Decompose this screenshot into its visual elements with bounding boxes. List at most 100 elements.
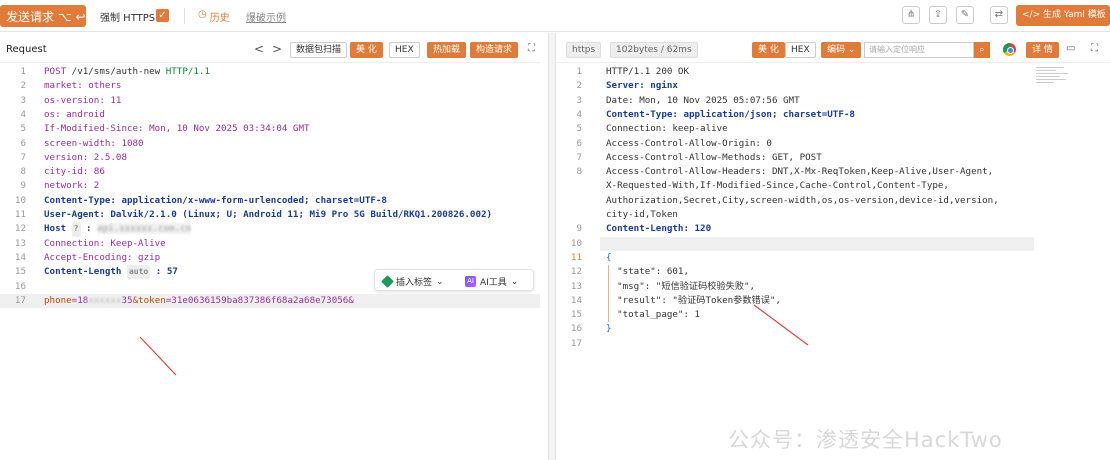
code-line: city-id,Token: [606, 209, 678, 220]
edit-icon[interactable]: ✎: [956, 6, 974, 24]
code-icon: </>: [1022, 10, 1041, 20]
body-line: phone=18xxxxxx35&token=31e0636159ba83738…: [44, 294, 354, 306]
send-request-button[interactable]: 发送请求 ⌥ ↩: [0, 5, 86, 27]
line-number: 5: [20, 123, 26, 135]
history-button[interactable]: ◷ 历史: [198, 9, 230, 24]
brute-force-demo-link[interactable]: 爆破示例: [246, 9, 286, 24]
header-line: os: android: [44, 108, 105, 120]
auto-pill[interactable]: auto: [126, 265, 151, 280]
code-line: 13 "msg": "短信验证码校验失败",: [570, 280, 756, 292]
code-line: 16}: [570, 323, 612, 335]
hex-button[interactable]: HEX: [389, 42, 420, 58]
locate-response-input[interactable]: 请输入定位响应: [864, 42, 974, 58]
header-line: If-Modified-Since: Mon, 10 Nov 2025 03:3…: [44, 123, 310, 135]
divider: [184, 8, 185, 24]
ai-tool-label: AI工具: [480, 278, 507, 288]
beautify-button[interactable]: 美 化: [752, 42, 785, 58]
code-line: 14 "result": "验证码Token参数错误",: [570, 294, 781, 306]
method: POST: [44, 66, 67, 77]
redacted-host: api.xxxxxx.com.cn: [97, 223, 192, 235]
line-number: 12: [14, 223, 26, 235]
header-line: os-version: 11: [44, 94, 122, 106]
path: /v1/sms/auth-new: [66, 66, 166, 77]
watermark: 公众号：渗透安全HackTwo: [728, 428, 1003, 452]
line-number: 9: [20, 180, 26, 192]
line-number: 14: [14, 251, 26, 263]
redacted-phone: xxxxxx: [88, 294, 122, 306]
pane-divider[interactable]: [548, 33, 556, 460]
response-pane: https 102bytes / 62ms 美 化 HEX 编码 ⌄ 请输入定位…: [556, 33, 1110, 460]
ai-tool-button[interactable]: AI AI工具 ⌄: [465, 275, 518, 288]
code-line: 9 Content-Length: 120: [576, 223, 712, 235]
swap-icon[interactable]: ⇄: [990, 6, 1008, 24]
hex-button[interactable]: HEX: [785, 42, 816, 58]
header-line: city-id: 86: [44, 166, 105, 178]
insert-tag-button[interactable]: 插入标签 ⌄: [381, 275, 444, 288]
tag-icon: [381, 275, 394, 288]
nav-prev-button[interactable]: <: [254, 42, 264, 56]
line-number: 7: [20, 151, 26, 163]
line-number: 13: [14, 237, 26, 249]
share-icon[interactable]: ⋔: [902, 6, 920, 24]
header-line: version: 2.5.08: [44, 151, 127, 163]
annotation-arrow: [139, 336, 177, 376]
send-request-label: 发送请求 ⌥ ↩: [6, 9, 86, 24]
code-line: 17: [570, 337, 582, 349]
host-line: Host ? : api.xxxxxx.com.cn: [44, 222, 192, 237]
insert-tag-label: 插入标签: [396, 278, 433, 288]
force-https-checkbox[interactable]: ✓: [156, 9, 169, 22]
chevron-down-icon: ⌄: [847, 45, 856, 55]
encoding-label: 编码: [827, 45, 846, 55]
line-number: 6: [20, 137, 26, 149]
line-number: 3: [20, 94, 26, 106]
size-time-badge: 102bytes / 62ms: [610, 42, 698, 58]
comment-icon[interactable]: ▭: [1066, 43, 1075, 54]
history-label: 历史: [209, 13, 230, 24]
line-number: 8: [20, 166, 26, 178]
nav-next-button[interactable]: >: [272, 42, 282, 56]
protocol-badge: https: [566, 42, 602, 58]
code-line: 6 Access-Control-Allow-Origin: 0: [576, 137, 772, 149]
code-line: 4 Content-Type: application/json; charset…: [576, 108, 855, 120]
response-toolbar: https 102bytes / 62ms 美 化 HEX 编码 ⌄ 请输入定位…: [556, 33, 1110, 63]
floating-toolbar: 插入标签 ⌄ AI AI工具 ⌄: [374, 269, 534, 291]
code-line: 8 Access-Control-Allow-Headers: DNT,X-Mx-…: [576, 166, 994, 178]
line-number: 1: [20, 66, 26, 77]
details-button[interactable]: 详 情: [1026, 42, 1059, 58]
packet-scan-button[interactable]: 数据包扫描: [290, 42, 348, 58]
export-icon[interactable]: ⇪: [929, 6, 947, 24]
code-line: 11{: [570, 251, 612, 263]
hot-reload-button[interactable]: 热加载: [427, 42, 467, 58]
code-line: 10: [570, 237, 582, 249]
chevron-down-icon: ⌄: [510, 276, 519, 287]
line-number: 11: [14, 209, 26, 220]
header-line: Connection: Keep-Alive: [44, 237, 166, 249]
top-toolbar: 发送请求 ⌥ ↩ 强制 HTTPS ✓ ◷ 历史 爆破示例 ⋔ ⇪ ✎ ⇄ </>…: [0, 0, 1110, 32]
encoding-dropdown[interactable]: 编码 ⌄: [821, 42, 862, 58]
header-line: User-Agent: Dalvik/2.1.0 (Linux; U; Andr…: [44, 209, 493, 220]
generate-yaml-label: 生成 Yaml 模板: [1043, 10, 1106, 20]
beautify-button[interactable]: 美 化: [350, 42, 383, 58]
expand-icon[interactable]: ⛶: [1091, 43, 1098, 54]
line-number: 15: [14, 266, 26, 278]
request-pane: Request < > 数据包扫描 美 化 HEX 热加载 构造请求 ⛶ 1 PO…: [0, 33, 540, 460]
build-request-button[interactable]: 构造请求: [470, 42, 519, 58]
clock-icon: ◷: [198, 9, 207, 20]
chrome-icon[interactable]: [1003, 43, 1016, 56]
force-https-label: 强制 HTTPS: [100, 13, 156, 24]
code-line: 5 Connection: keep-alive: [576, 123, 728, 135]
header-line: Accept-Encoding: gzip: [44, 251, 161, 263]
code-line: 2 Server: nginx: [576, 80, 678, 92]
expand-icon[interactable]: ⛶: [528, 43, 535, 54]
line-number: 16: [14, 280, 26, 292]
search-icon[interactable]: ⌕: [974, 42, 990, 58]
code-line: 12 "state": 601,: [570, 266, 689, 278]
protocol: HTTP/1.1: [165, 66, 210, 77]
code-line: 3 Date: Mon, 10 Nov 2025 05:07:56 GMT: [576, 94, 800, 106]
host-pill[interactable]: ?: [71, 222, 81, 237]
header-line: network: 2: [44, 180, 100, 192]
generate-yaml-button[interactable]: </> 生成 Yaml 模板: [1016, 5, 1110, 26]
request-toolbar: Request < > 数据包扫描 美 化 HEX 热加载 构造请求 ⛶: [0, 33, 540, 63]
header-line: screen-width: 1080: [44, 137, 144, 149]
header-line: market: others: [44, 80, 122, 92]
